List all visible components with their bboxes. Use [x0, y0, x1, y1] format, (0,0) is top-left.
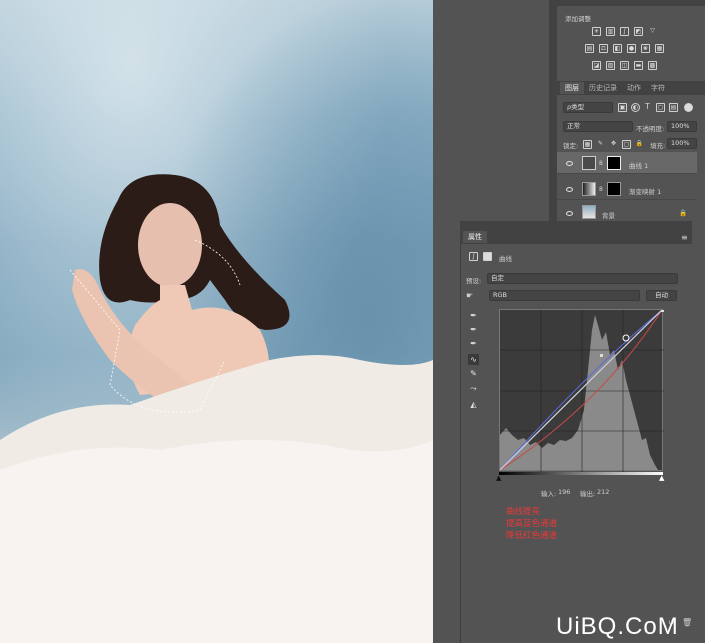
lock-position-icon[interactable]: ✥ — [609, 140, 618, 149]
photo-filter-icon[interactable]: ● — [627, 44, 636, 53]
vibrance-icon[interactable]: ▽ — [648, 27, 657, 36]
filter-toggle-icon[interactable] — [684, 103, 693, 112]
visibility-eye-icon[interactable] — [566, 161, 573, 166]
brightness-icon[interactable]: ☀ — [592, 27, 601, 36]
watermark: UiBQ.CoM — [556, 613, 679, 640]
properties-tab-bar — [460, 229, 692, 244]
curves-adjustment-icon: ∫ — [469, 252, 478, 261]
channel-mixer-icon[interactable]: ❀ — [641, 44, 650, 53]
sample-black-eyedropper-icon[interactable]: ✒ — [468, 310, 479, 321]
edit-points-icon[interactable]: ∿ — [468, 354, 479, 365]
properties-tab: 属性 — [463, 231, 487, 243]
tab-character[interactable]: 字符 — [646, 82, 670, 94]
posterize-icon[interactable]: ▨ — [606, 61, 615, 70]
properties-collapse-strip[interactable] — [460, 221, 692, 229]
document-canvas[interactable] — [0, 0, 433, 643]
lock-transparency-icon[interactable]: ▦ — [583, 140, 592, 149]
target-adjustment-icon[interactable]: ☛ — [466, 291, 473, 300]
threshold-icon[interactable]: ◫ — [620, 61, 629, 70]
curve-graph[interactable] — [499, 309, 664, 472]
clipping-warning-icon[interactable]: ◭ — [468, 399, 479, 410]
white-point-slider-icon[interactable]: ▲ — [659, 474, 664, 482]
output-label: 输出: — [580, 490, 596, 498]
fill-field[interactable]: 100% — [667, 138, 697, 149]
smooth-curve-icon[interactable]: ⤳ — [468, 383, 479, 394]
mask-icon[interactable] — [483, 252, 492, 261]
black-point-slider-icon[interactable]: ▲ — [496, 474, 501, 482]
lock-icon: 🔒 — [679, 209, 688, 217]
adjustments-title: 添加调整 — [565, 15, 591, 23]
invert-icon[interactable]: ◪ — [592, 61, 601, 70]
layer-row-curves[interactable]: 8 曲线 1 — [557, 152, 697, 174]
tab-properties[interactable]: 属性 — [463, 231, 487, 243]
tab-layers[interactable]: 图层 — [560, 82, 584, 94]
draw-curve-pencil-icon[interactable]: ✎ — [468, 368, 479, 379]
tab-actions[interactable]: 动作 — [622, 82, 646, 94]
sample-gray-eyedropper-icon[interactable]: ✒ — [468, 324, 479, 335]
layer-mask-thumb[interactable] — [607, 182, 621, 196]
adjustments-header-strip — [557, 0, 705, 6]
layer-row-gradient-map[interactable]: 8 渐变映射 1 — [557, 178, 697, 200]
preset-label: 预设: — [466, 277, 482, 285]
filter-smart-icon[interactable]: ▤ — [669, 103, 678, 112]
preset-select[interactable]: 自定 — [487, 273, 678, 284]
filter-pixel-icon[interactable]: ▣ — [618, 103, 627, 112]
filter-type-icon[interactable]: T — [645, 102, 650, 111]
opacity-label: 不透明度: — [636, 125, 665, 133]
layer-name[interactable]: 渐变映射 1 — [629, 186, 661, 196]
layer-row-background[interactable]: 背景 🔒 — [557, 203, 697, 221]
layer-mask-thumb[interactable] — [607, 156, 621, 170]
panel-collapse-strip[interactable] — [549, 0, 557, 221]
link-chain-icon[interactable]: 8 — [599, 186, 603, 193]
curve-control-point[interactable] — [600, 354, 603, 357]
opacity-field[interactable]: 100% — [667, 121, 697, 132]
levels-icon[interactable]: ▥ — [606, 27, 615, 36]
annotation-line: 提高蓝色通道 — [506, 519, 558, 529]
panel-menu-icon[interactable]: ≡ — [681, 233, 688, 242]
exposure-icon[interactable]: ◩ — [634, 27, 643, 36]
lock-label: 锁定: — [563, 142, 579, 150]
fill-label: 填充: — [650, 142, 666, 150]
input-value[interactable]: 196 — [558, 488, 570, 496]
annotation-line: 曲线提亮 — [506, 507, 541, 517]
photo-artwork — [0, 0, 433, 643]
input-label: 输入: — [541, 490, 557, 498]
layers-tabs: 图层 历史记录 动作 字符 — [560, 82, 670, 94]
lock-artboard-icon[interactable]: ▢ — [622, 140, 631, 149]
curves-adjustment-icon — [582, 156, 596, 170]
lock-image-icon[interactable]: ✎ — [596, 140, 605, 149]
curve-plot[interactable] — [499, 309, 664, 472]
filter-adjustment-icon[interactable]: ◐ — [631, 103, 640, 112]
blend-mode-select[interactable]: 正常 — [563, 121, 633, 132]
hue-saturation-icon[interactable]: ▤ — [585, 44, 594, 53]
channel-select[interactable]: RGB — [489, 290, 640, 301]
black-white-icon[interactable]: ◧ — [613, 44, 622, 53]
layer-name[interactable]: 曲线 1 — [629, 160, 648, 170]
gradient-map-icon[interactable]: ▬ — [634, 61, 643, 70]
output-value[interactable]: 212 — [597, 488, 609, 496]
link-chain-icon[interactable]: 8 — [599, 160, 603, 167]
auto-button[interactable]: 自动 — [646, 290, 677, 301]
curve-endpoint[interactable] — [661, 309, 664, 312]
visibility-eye-icon[interactable] — [566, 211, 573, 216]
lock-all-icon[interactable]: 🔒 — [635, 140, 644, 149]
visibility-eye-icon[interactable] — [566, 187, 573, 192]
annotation-line: 降低红色通道 — [506, 531, 558, 541]
selective-color-icon[interactable]: ▩ — [648, 61, 657, 70]
tab-history[interactable]: 历史记录 — [584, 82, 622, 94]
background-layer-thumb — [582, 205, 596, 219]
gradient-map-adjustment-icon — [582, 182, 596, 196]
filter-shape-icon[interactable]: ▢ — [656, 103, 665, 112]
layer-filter-select[interactable]: ρ类型 — [563, 102, 613, 113]
color-lookup-icon[interactable]: ▦ — [655, 44, 664, 53]
sample-white-eyedropper-icon[interactable]: ✒ — [468, 338, 479, 349]
curves-icon[interactable]: ∫ — [620, 27, 629, 36]
output-gradient-bar — [499, 472, 663, 475]
adjustment-name: 曲线 — [499, 255, 512, 263]
curve-control-point[interactable] — [622, 334, 630, 342]
delete-icon[interactable]: 🗑 — [682, 618, 692, 627]
layer-name[interactable]: 背景 — [602, 210, 615, 220]
color-balance-icon[interactable]: ⚖ — [599, 44, 608, 53]
